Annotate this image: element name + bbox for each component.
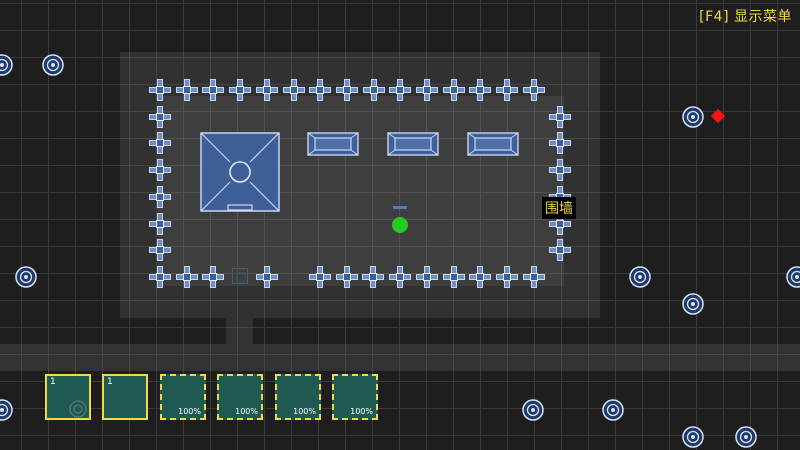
resource-node-icon[interactable] (735, 426, 757, 448)
slot-count: 1 (107, 377, 113, 387)
wall-segment-icon[interactable] (309, 266, 331, 288)
wall-segment-icon[interactable] (442, 79, 465, 101)
hotbar-slot[interactable]: 100% (275, 374, 321, 420)
wall-segment-icon[interactable] (176, 266, 198, 288)
wall-segment-icon[interactable] (469, 79, 492, 101)
resource-node-icon[interactable] (0, 399, 13, 421)
barracks-building[interactable] (467, 132, 519, 156)
hotbar-slot[interactable]: 1 (102, 374, 148, 420)
wall-segment-icon[interactable] (149, 239, 171, 261)
wall-segment-icon[interactable] (362, 266, 385, 288)
hover-tooltip: 围墙 (542, 197, 576, 219)
wall-segment-icon[interactable] (175, 79, 198, 101)
wall-segment-icon[interactable] (549, 132, 571, 154)
wall-segment-icon[interactable] (522, 266, 545, 288)
hotbar-slot[interactable]: 1 (45, 374, 91, 420)
wall-segment-icon[interactable] (522, 79, 545, 101)
menu-hint: [F4] 显示菜单 (699, 9, 792, 25)
resource-node-icon[interactable] (15, 266, 37, 288)
slot-progress: 100% (178, 407, 201, 416)
wall-segment-icon[interactable] (149, 213, 171, 235)
barracks-building[interactable] (387, 132, 439, 156)
wall-segment-icon[interactable] (149, 79, 171, 101)
wall-segment-icon[interactable] (549, 159, 571, 181)
wall-segment-icon[interactable] (282, 79, 305, 101)
wall-segment-icon[interactable] (149, 132, 171, 154)
resource-node-icon[interactable] (786, 266, 800, 288)
wall-segment-icon[interactable] (389, 79, 412, 101)
wall-segment-icon[interactable] (495, 266, 518, 288)
wall-segment-icon[interactable] (256, 266, 278, 288)
resource-node-icon[interactable] (629, 266, 651, 288)
slot-count: 1 (50, 377, 56, 387)
wall-segment-icon[interactable] (442, 266, 465, 288)
wall-segment-icon[interactable] (549, 239, 571, 261)
player-health-bar (393, 206, 407, 209)
wall-segment-icon[interactable] (335, 79, 358, 101)
hotbar-slot[interactable]: 100% (217, 374, 263, 420)
barracks-building[interactable] (307, 132, 359, 156)
wall-segment-icon[interactable] (202, 79, 225, 101)
slot-progress: 100% (350, 407, 373, 416)
resource-node-icon[interactable] (522, 399, 544, 421)
wall-segment-icon[interactable] (469, 266, 492, 288)
headquarters-building[interactable] (200, 132, 280, 212)
road-vertical (226, 318, 253, 344)
road-horizontal (0, 344, 800, 371)
hotbar-slot[interactable]: 100% (160, 374, 206, 420)
resource-node-icon[interactable] (682, 293, 704, 315)
resource-node-icon (69, 400, 87, 418)
wall-segment-icon[interactable] (149, 186, 171, 208)
wall-segment-icon[interactable] (149, 106, 171, 128)
player-unit-icon[interactable] (392, 217, 408, 233)
wall-segment-icon[interactable] (416, 79, 438, 101)
resource-node-icon[interactable] (0, 54, 13, 76)
wall-segment-icon[interactable] (549, 106, 571, 128)
wall-segment-icon[interactable] (149, 266, 171, 288)
hotbar-slot[interactable]: 100% (332, 374, 378, 420)
slot-progress: 100% (293, 407, 316, 416)
wall-segment-icon[interactable] (255, 79, 278, 101)
wall-segment-icon[interactable] (202, 266, 224, 288)
wall-segment-icon[interactable] (415, 266, 438, 288)
gate-placeholder-icon[interactable] (232, 268, 248, 284)
resource-node-icon[interactable] (682, 106, 704, 128)
wall-segment-icon[interactable] (389, 266, 412, 288)
resource-node-icon[interactable] (42, 54, 64, 76)
wall-segment-icon[interactable] (149, 159, 171, 181)
slot-progress: 100% (235, 407, 258, 416)
resource-node-icon[interactable] (602, 399, 624, 421)
wall-segment-icon[interactable] (229, 79, 252, 101)
wall-segment-icon[interactable] (496, 79, 519, 101)
resource-node-icon[interactable] (682, 426, 704, 448)
wall-segment-icon[interactable] (335, 266, 358, 288)
wall-segment-icon[interactable] (309, 79, 332, 101)
wall-segment-icon[interactable] (362, 79, 385, 101)
enemy-diamond-icon[interactable] (710, 108, 726, 124)
